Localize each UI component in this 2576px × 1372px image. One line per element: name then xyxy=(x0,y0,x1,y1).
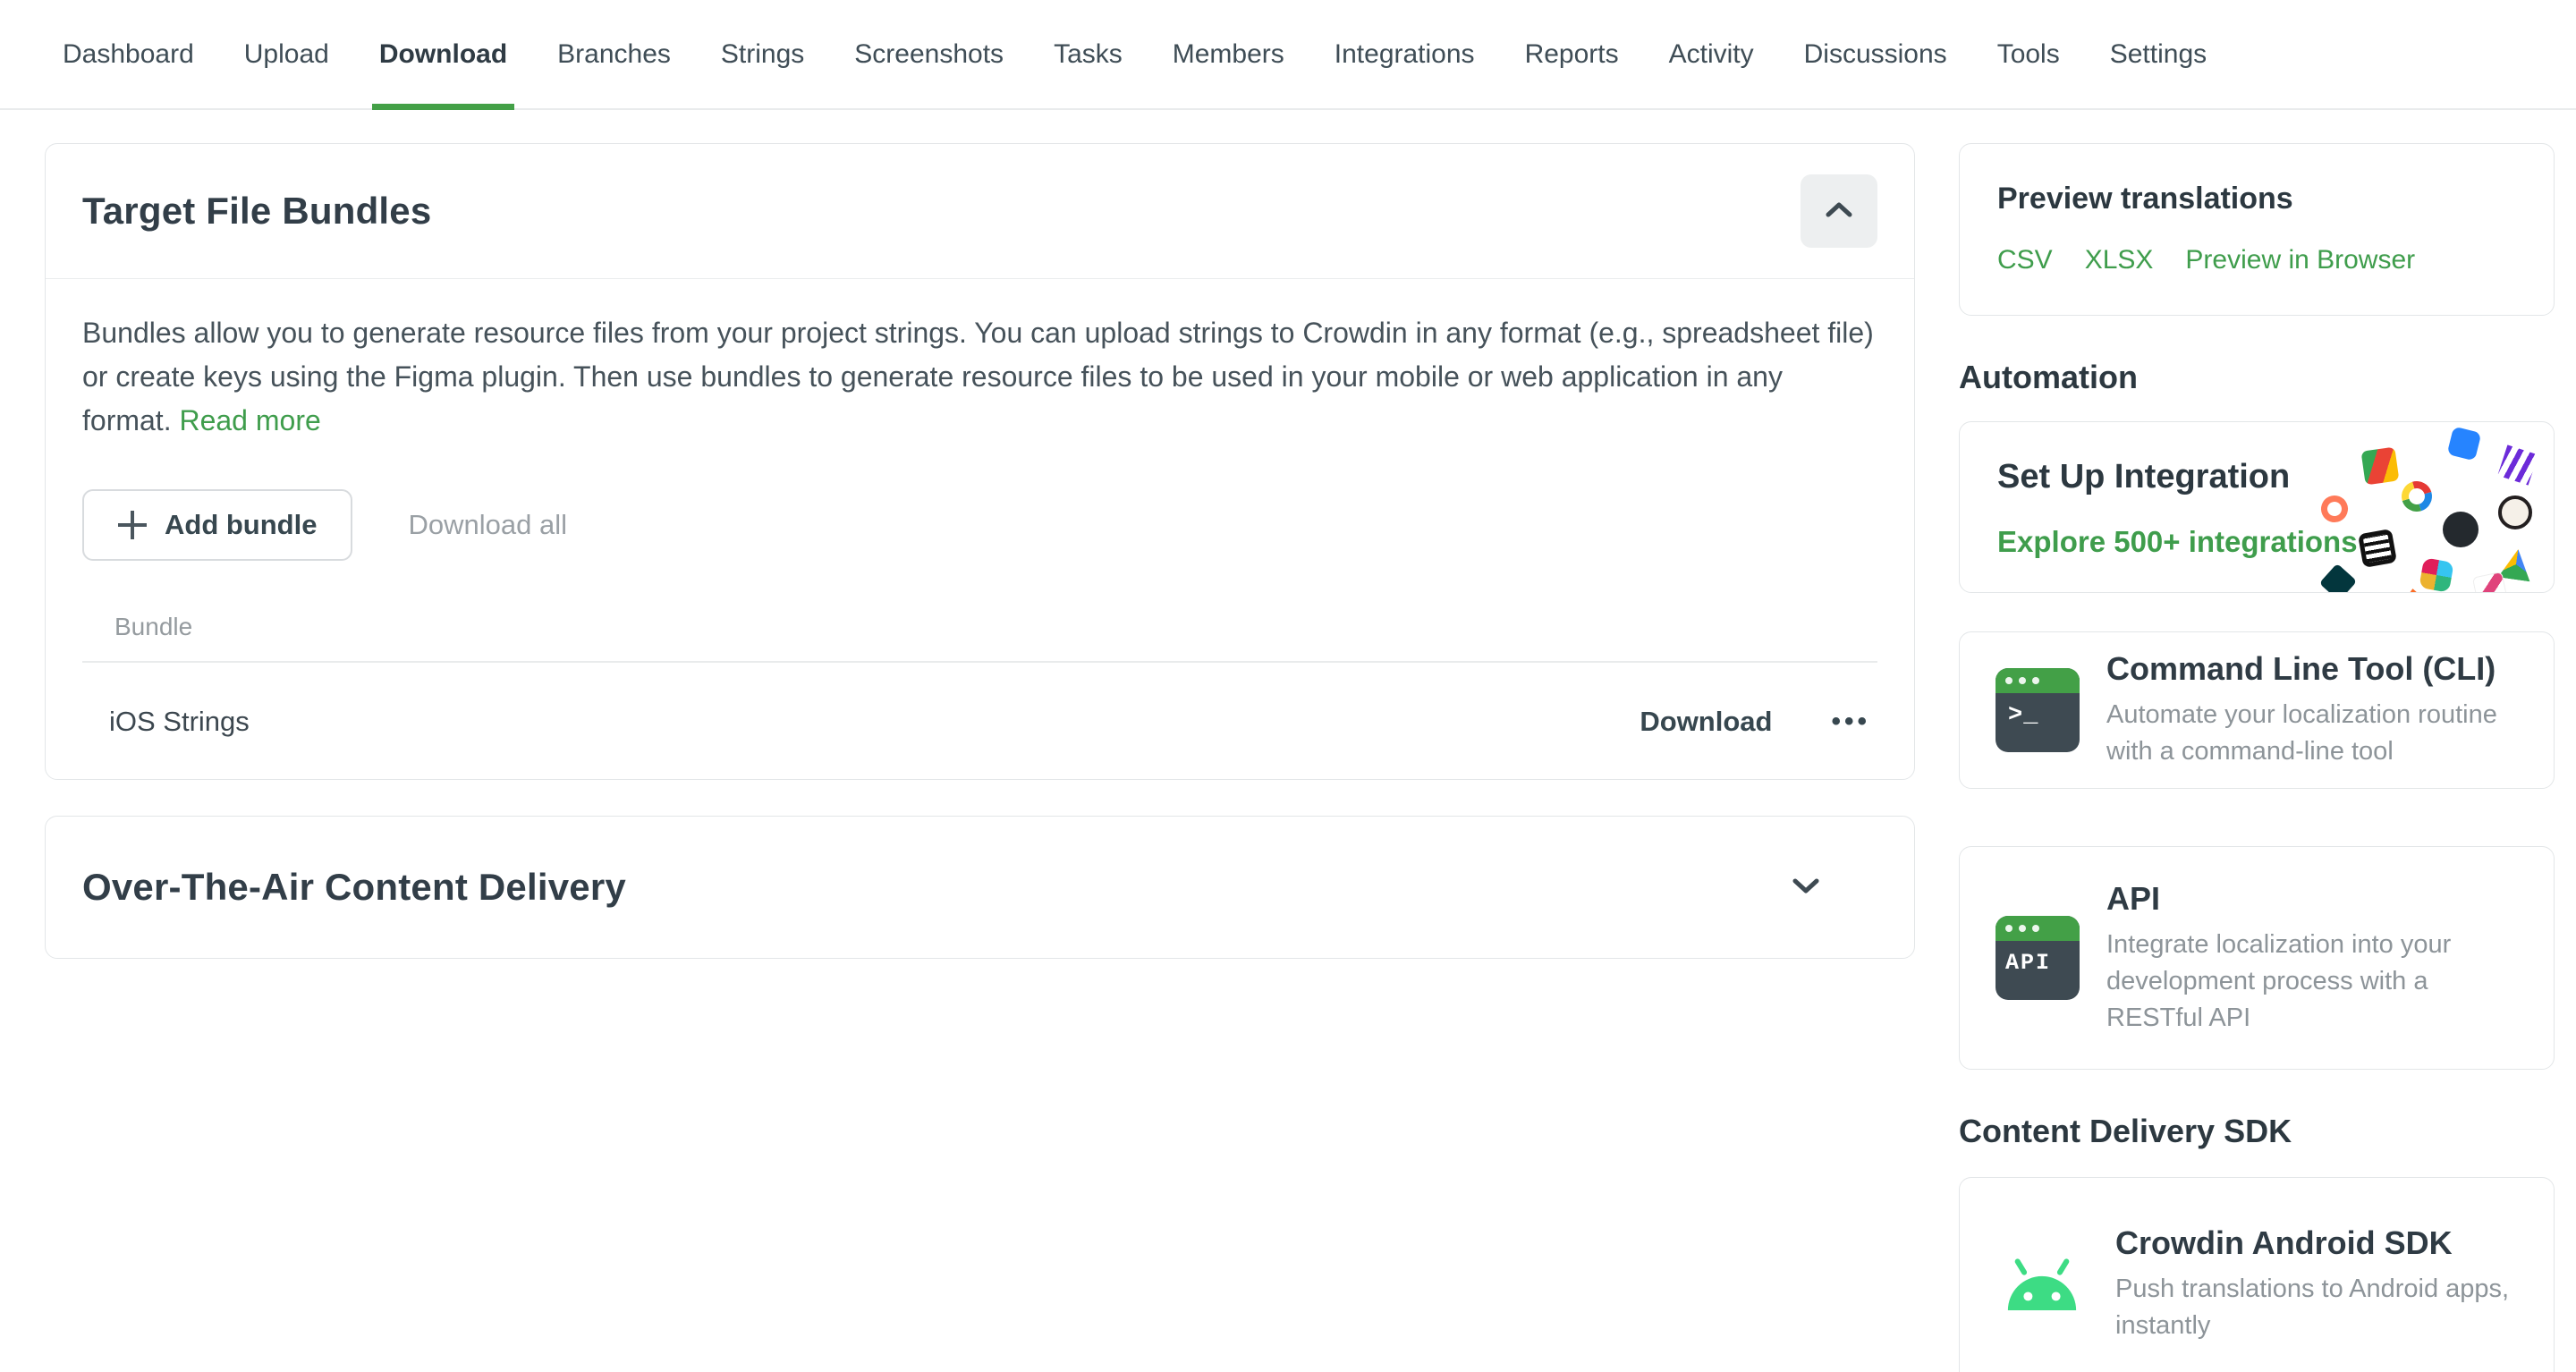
tab-upload[interactable]: Upload xyxy=(244,0,329,108)
preview-csv-link[interactable]: CSV xyxy=(1997,245,2053,275)
project-tabs: Dashboard Upload Download Branches Strin… xyxy=(0,0,2576,110)
add-bundle-label: Add bundle xyxy=(165,509,317,541)
hubspot-icon xyxy=(2318,492,2351,526)
preview-translations-card: Preview translations CSV XLSX Preview in… xyxy=(1959,143,2555,316)
miro-icon xyxy=(2497,445,2538,485)
chevron-up-icon xyxy=(1823,199,1855,224)
tab-discussions[interactable]: Discussions xyxy=(1804,0,1947,108)
tab-download[interactable]: Download xyxy=(379,0,507,108)
tab-tools[interactable]: Tools xyxy=(1997,0,2060,108)
slack-icon xyxy=(2419,557,2453,592)
explore-integrations-link[interactable]: Explore 500+ integrations xyxy=(1997,525,2358,559)
api-icon-glyph: API xyxy=(1996,941,2080,976)
api-description: Integrate localization into your develop… xyxy=(2106,927,2521,1037)
tab-screenshots[interactable]: Screenshots xyxy=(854,0,1004,108)
android-sdk-title: Crowdin Android SDK xyxy=(2115,1224,2521,1262)
cli-icon-glyph: >_ xyxy=(1996,693,2080,729)
android-sdk-description: Push translations to Android apps, insta… xyxy=(2115,1271,2521,1344)
tab-tasks[interactable]: Tasks xyxy=(1054,0,1123,108)
tab-integrations[interactable]: Integrations xyxy=(1335,0,1475,108)
tab-reports[interactable]: Reports xyxy=(1525,0,1619,108)
cli-description: Automate your localization routine with … xyxy=(2106,697,2521,770)
table-row: iOS Strings Download ••• xyxy=(82,706,1877,738)
api-title: API xyxy=(2106,880,2521,918)
plus-icon xyxy=(118,511,147,539)
add-bundle-button[interactable]: Add bundle xyxy=(82,489,352,561)
android-sdk-card[interactable]: Crowdin Android SDK Push translations to… xyxy=(1959,1177,2555,1372)
bundles-description: Bundles allow you to generate resource f… xyxy=(82,311,1877,443)
android-icon xyxy=(1996,1251,2089,1317)
ota-content-delivery-panel: Over-The-Air Content Delivery xyxy=(45,816,1915,959)
bundle-column-header: Bundle xyxy=(82,613,1877,641)
terminal-cli-icon: >_ xyxy=(1996,668,2080,752)
integration-icons-cluster xyxy=(2316,428,2541,593)
tab-members[interactable]: Members xyxy=(1173,0,1284,108)
google-cube-icon xyxy=(2361,447,2400,486)
download-bundle-link[interactable]: Download xyxy=(1640,706,1772,738)
preview-xlsx-link[interactable]: XLSX xyxy=(2085,245,2154,275)
preview-translations-title: Preview translations xyxy=(1997,182,2516,216)
stripes-icon xyxy=(2358,529,2397,568)
target-file-bundles-panel: Target File Bundles Bundles allow you to… xyxy=(45,143,1915,780)
bundle-name: iOS Strings xyxy=(109,706,1640,738)
zendesk-icon xyxy=(2319,563,2357,593)
expand-panel-button[interactable] xyxy=(1790,875,1822,901)
tab-branches[interactable]: Branches xyxy=(557,0,671,108)
tab-strings[interactable]: Strings xyxy=(721,0,804,108)
tab-dashboard[interactable]: Dashboard xyxy=(63,0,194,108)
tab-settings[interactable]: Settings xyxy=(2110,0,2207,108)
table-divider xyxy=(82,661,1877,663)
terminal-api-icon: API xyxy=(1996,916,2080,1000)
read-more-link[interactable]: Read more xyxy=(179,404,320,436)
color-ring-icon xyxy=(2396,476,2437,517)
github-icon xyxy=(2443,512,2479,547)
sidebar: Preview translations CSV XLSX Preview in… xyxy=(1959,143,2555,1372)
jira-icon xyxy=(2447,427,2482,462)
api-card[interactable]: API API Integrate localization into your… xyxy=(1959,846,2555,1070)
panel-title-target-file-bundles: Target File Bundles xyxy=(82,190,1801,233)
download-all-button[interactable]: Download all xyxy=(408,509,567,541)
row-menu-button[interactable]: ••• xyxy=(1831,707,1870,737)
panel-title-ota: Over-The-Air Content Delivery xyxy=(82,866,1790,909)
bundles-description-text: Bundles allow you to generate resource f… xyxy=(82,317,1874,436)
tab-activity[interactable]: Activity xyxy=(1669,0,1754,108)
content-delivery-sdk-heading: Content Delivery SDK xyxy=(1959,1113,2555,1150)
cli-card[interactable]: >_ Command Line Tool (CLI) Automate your… xyxy=(1959,631,2555,789)
cli-title: Command Line Tool (CLI) xyxy=(2106,650,2521,688)
chevron-down-icon xyxy=(1790,875,1822,901)
set-up-integration-card[interactable]: Set Up Integration Explore 500+ integrat… xyxy=(1959,421,2555,593)
automation-heading: Automation xyxy=(1959,359,2555,396)
collapse-panel-button[interactable] xyxy=(1801,174,1877,248)
preview-in-browser-link[interactable]: Preview in Browser xyxy=(2185,245,2415,275)
google-drive-icon xyxy=(2498,547,2534,582)
mailchimp-icon xyxy=(2498,495,2532,529)
